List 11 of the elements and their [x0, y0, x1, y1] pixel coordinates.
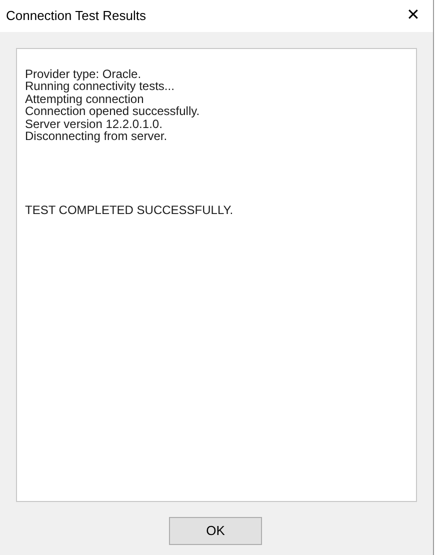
window-title: Connection Test Results: [6, 7, 146, 26]
ok-button[interactable]: OK: [169, 517, 262, 545]
close-button[interactable]: ✕: [393, 0, 433, 32]
output-line: Server version 12.2.0.1.0.: [25, 118, 162, 130]
output-line: Running connectivity tests...: [25, 80, 174, 93]
output-line: Disconnecting from server.: [25, 130, 168, 142]
output-line: Provider type: Oracle.: [25, 68, 142, 80]
result-line: TEST COMPLETED SUCCESSFULLY.: [25, 204, 234, 217]
output-line: Connection opened successfully.: [25, 105, 200, 118]
results-text-area[interactable]: Provider type: Oracle. Running connectivity tests... Attempting connection Connection opened successfully. Server version 12.2.0.1.0. Disconnecting from server. TEST COMPLETED SUCCESSFULLY.: [16, 48, 417, 502]
output-line: Attempting connection: [25, 92, 144, 106]
